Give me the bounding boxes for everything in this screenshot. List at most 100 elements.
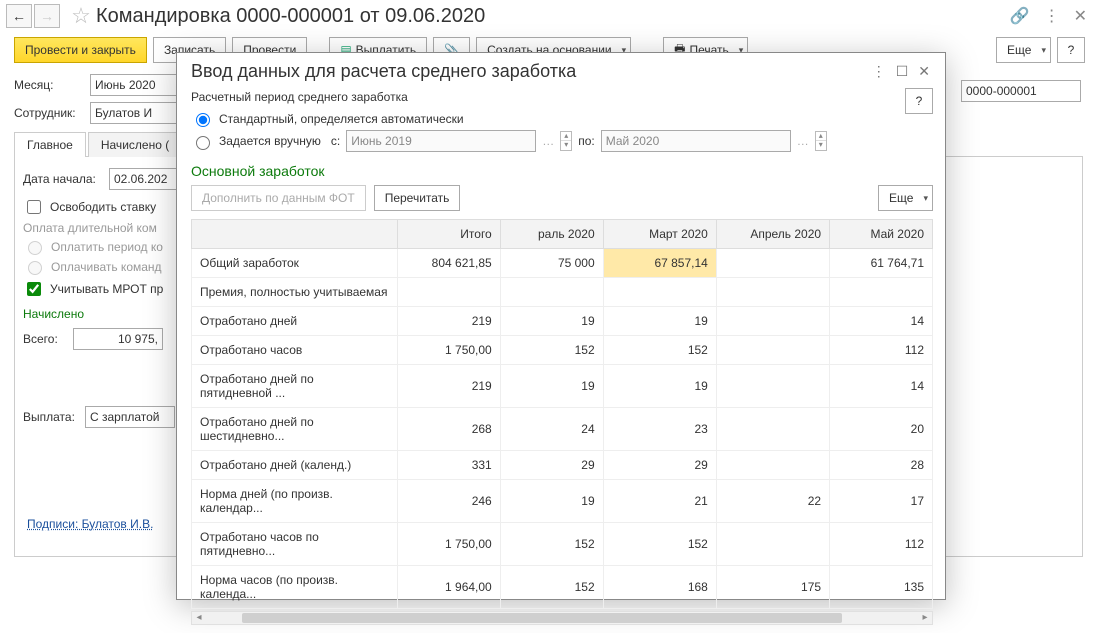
table-row[interactable]: Отработано часов1 750,00152152112 bbox=[192, 336, 933, 365]
cell[interactable] bbox=[716, 249, 829, 278]
cell[interactable] bbox=[397, 278, 500, 307]
cell[interactable]: 219 bbox=[397, 365, 500, 408]
cell[interactable] bbox=[716, 278, 829, 307]
doc-number-field[interactable]: 0000-000001 bbox=[961, 80, 1081, 102]
table-row[interactable]: Премия, полностью учитываемая bbox=[192, 278, 933, 307]
from-stepper[interactable]: ▴▾ bbox=[560, 131, 572, 151]
cell[interactable] bbox=[603, 278, 716, 307]
cell[interactable]: 24 bbox=[500, 408, 603, 451]
cell[interactable]: 67 857,14 bbox=[603, 249, 716, 278]
dots-icon-2[interactable]: … bbox=[797, 134, 809, 148]
table-row[interactable]: Норма часов (по произв. календа...1 964,… bbox=[192, 566, 933, 609]
mrot-checkbox[interactable] bbox=[27, 282, 41, 296]
radio-manual-label: Задается вручную bbox=[219, 134, 321, 148]
total-input[interactable]: 10 975, bbox=[73, 328, 163, 350]
cell[interactable]: 14 bbox=[830, 307, 933, 336]
employee-label: Сотрудник: bbox=[14, 106, 84, 120]
close-window-icon[interactable]: ✕ bbox=[1074, 6, 1087, 26]
from-input[interactable]: Июнь 2019 bbox=[346, 130, 536, 152]
cell[interactable]: 175 bbox=[716, 566, 829, 609]
modal-help-button[interactable]: ? bbox=[905, 88, 933, 114]
cell[interactable]: 19 bbox=[500, 365, 603, 408]
cell[interactable]: 152 bbox=[500, 566, 603, 609]
scroll-left-icon[interactable]: ◂ bbox=[192, 612, 206, 623]
save-close-button[interactable]: Провести и закрыть bbox=[14, 37, 147, 63]
cell[interactable]: 1 750,00 bbox=[397, 523, 500, 566]
nav-forward-button[interactable]: → bbox=[34, 4, 60, 28]
cell[interactable]: 19 bbox=[603, 307, 716, 336]
modal-close-icon[interactable]: ✕ bbox=[913, 61, 935, 82]
cell[interactable]: 152 bbox=[603, 336, 716, 365]
earnings-table[interactable]: Итого раль 2020 Март 2020 Апрель 2020 Ма… bbox=[191, 219, 933, 609]
link-icon[interactable]: 🔗 bbox=[1010, 6, 1030, 26]
to-stepper[interactable]: ▴▾ bbox=[815, 131, 827, 151]
cell[interactable] bbox=[716, 336, 829, 365]
cell[interactable]: 19 bbox=[500, 480, 603, 523]
cell[interactable]: 22 bbox=[716, 480, 829, 523]
cell[interactable]: 28 bbox=[830, 451, 933, 480]
table-row[interactable]: Отработано дней (календ.)331292928 bbox=[192, 451, 933, 480]
radio-manual[interactable] bbox=[196, 136, 210, 150]
tab-main[interactable]: Главное bbox=[14, 132, 86, 157]
cell[interactable]: 152 bbox=[603, 523, 716, 566]
modal-more-button[interactable]: Еще bbox=[878, 185, 933, 211]
modal-maximize-icon[interactable]: ☐ bbox=[891, 61, 914, 82]
tab-accrued[interactable]: Начислено ( bbox=[88, 132, 182, 157]
cell[interactable]: 135 bbox=[830, 566, 933, 609]
cell[interactable]: 168 bbox=[603, 566, 716, 609]
cell[interactable]: 61 764,71 bbox=[830, 249, 933, 278]
scroll-thumb[interactable] bbox=[242, 613, 842, 623]
table-row[interactable]: Общий заработок804 621,8575 00067 857,14… bbox=[192, 249, 933, 278]
kebab-menu-icon[interactable]: ⋮ bbox=[1044, 6, 1060, 26]
more-button[interactable]: Еще bbox=[996, 37, 1051, 63]
cell[interactable]: 17 bbox=[830, 480, 933, 523]
row-label: Отработано часов bbox=[192, 336, 398, 365]
cell[interactable]: 29 bbox=[500, 451, 603, 480]
cell[interactable]: 331 bbox=[397, 451, 500, 480]
cell[interactable]: 112 bbox=[830, 523, 933, 566]
cell[interactable] bbox=[716, 365, 829, 408]
cell[interactable]: 268 bbox=[397, 408, 500, 451]
dots-icon-1[interactable]: … bbox=[542, 134, 554, 148]
cell[interactable]: 804 621,85 bbox=[397, 249, 500, 278]
favorite-star-icon[interactable]: ☆ bbox=[68, 3, 94, 29]
radio-auto[interactable] bbox=[196, 113, 210, 127]
modal-menu-icon[interactable]: ⋮ bbox=[867, 61, 891, 82]
cell[interactable]: 20 bbox=[830, 408, 933, 451]
cell[interactable]: 23 bbox=[603, 408, 716, 451]
fill-fot-button[interactable]: Дополнить по данным ФОТ bbox=[191, 185, 366, 211]
table-row[interactable]: Отработано часов по пятидневно...1 750,0… bbox=[192, 523, 933, 566]
cell[interactable] bbox=[716, 307, 829, 336]
cell[interactable] bbox=[500, 278, 603, 307]
table-row[interactable]: Отработано дней по пятидневной ...219191… bbox=[192, 365, 933, 408]
table-row[interactable]: Отработано дней219191914 bbox=[192, 307, 933, 336]
cell[interactable] bbox=[716, 523, 829, 566]
recalc-button[interactable]: Перечитать bbox=[374, 185, 461, 211]
cell[interactable] bbox=[716, 451, 829, 480]
cell[interactable]: 19 bbox=[603, 365, 716, 408]
scroll-right-icon[interactable]: ▸ bbox=[918, 612, 932, 623]
payout-select[interactable]: С зарплатой bbox=[85, 406, 175, 428]
free-rate-checkbox[interactable] bbox=[27, 200, 41, 214]
help-button[interactable]: ? bbox=[1057, 37, 1085, 63]
to-input[interactable]: Май 2020 bbox=[601, 130, 791, 152]
table-hscrollbar[interactable]: ◂ ▸ bbox=[191, 611, 933, 625]
table-row[interactable]: Отработано дней по шестидневно...2682423… bbox=[192, 408, 933, 451]
cell[interactable]: 152 bbox=[500, 336, 603, 365]
cell[interactable]: 1 964,00 bbox=[397, 566, 500, 609]
cell[interactable]: 246 bbox=[397, 480, 500, 523]
cell[interactable]: 112 bbox=[830, 336, 933, 365]
cell[interactable]: 152 bbox=[500, 523, 603, 566]
nav-back-button[interactable]: ← bbox=[6, 4, 32, 28]
cell[interactable]: 219 bbox=[397, 307, 500, 336]
cell[interactable] bbox=[716, 408, 829, 451]
cell[interactable]: 21 bbox=[603, 480, 716, 523]
table-row[interactable]: Норма дней (по произв. календар...246192… bbox=[192, 480, 933, 523]
cell[interactable]: 75 000 bbox=[500, 249, 603, 278]
row-label: Норма дней (по произв. календар... bbox=[192, 480, 398, 523]
cell[interactable]: 1 750,00 bbox=[397, 336, 500, 365]
cell[interactable]: 14 bbox=[830, 365, 933, 408]
cell[interactable]: 19 bbox=[500, 307, 603, 336]
cell[interactable] bbox=[830, 278, 933, 307]
cell[interactable]: 29 bbox=[603, 451, 716, 480]
